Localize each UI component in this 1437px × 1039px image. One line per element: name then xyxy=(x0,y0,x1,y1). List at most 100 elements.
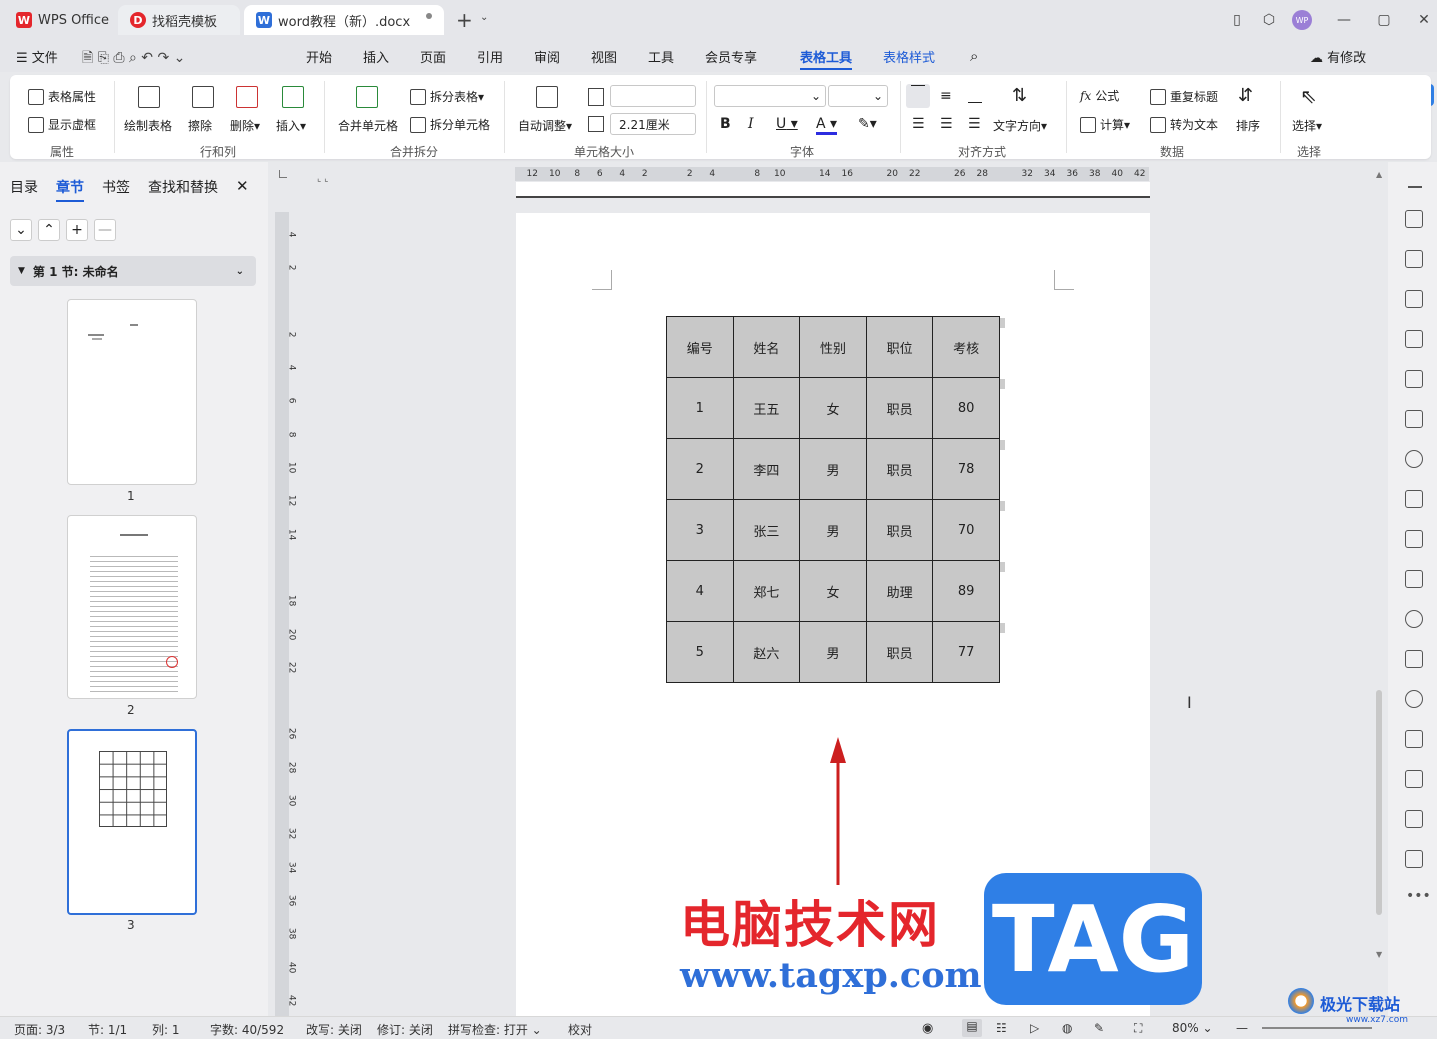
page-view-icon[interactable]: ▤ xyxy=(962,1019,982,1037)
text-direction-button[interactable]: 文字方向 ▾ xyxy=(993,117,1047,134)
status-spellcheck[interactable]: 拼写检查: 打开 ⌄ xyxy=(448,1021,542,1038)
table-cell[interactable]: 李四 xyxy=(732,438,801,500)
magic-icon[interactable] xyxy=(1405,330,1423,348)
has-changes-button[interactable]: ☁ 有修改 xyxy=(1310,47,1366,66)
help-icon[interactable] xyxy=(1405,450,1423,468)
table-row[interactable]: 4 郑七女助理 89 xyxy=(666,560,1000,622)
underline-button[interactable]: U ▾ xyxy=(776,116,798,132)
history-icon[interactable] xyxy=(1405,690,1423,708)
maximize-icon[interactable]: ▢ xyxy=(1374,10,1394,30)
section-header[interactable]: ▼ 第 1 节: 未命名 ⌄ xyxy=(10,256,256,286)
align-left-icon[interactable]: ☰ xyxy=(912,116,925,132)
close-icon[interactable]: ✕ xyxy=(1414,10,1434,30)
row-handle[interactable] xyxy=(1000,379,1005,389)
menu-review[interactable]: 审阅 xyxy=(534,47,560,66)
vertical-ruler[interactable]: 4 2 2 4 6 8 10 12 14 18 20 22 26 28 30 32 34 36 38 40 42 xyxy=(275,212,297,1016)
cursor-icon[interactable] xyxy=(1405,250,1423,268)
list-icon[interactable] xyxy=(1405,570,1423,588)
bold-button[interactable]: B xyxy=(720,116,731,132)
table-header-cell[interactable]: 职位 xyxy=(865,316,934,378)
row-handle[interactable] xyxy=(1000,318,1005,328)
collapse-icon[interactable] xyxy=(1408,186,1422,188)
tab-sections[interactable]: 章节 xyxy=(56,177,84,202)
table-cell[interactable]: 女 xyxy=(799,560,867,622)
add-section-icon[interactable]: + xyxy=(66,219,88,241)
book-icon[interactable] xyxy=(1405,410,1423,428)
table-header-cell[interactable]: 性别 xyxy=(799,316,867,378)
page-thumbnail-selected[interactable] xyxy=(67,729,197,915)
close-panel-icon[interactable]: ✕ xyxy=(236,177,249,195)
tab-stop-icon[interactable]: ⌞ ⌞ xyxy=(317,174,328,184)
tab-docer[interactable]: D 找稻壳模板 xyxy=(118,5,240,35)
status-rewrite[interactable]: 改写: 关闭 xyxy=(306,1021,362,1038)
status-wordcount[interactable]: 字数: 40/592 xyxy=(210,1021,284,1038)
split-table-button[interactable]: 拆分表格 ▾ xyxy=(410,88,484,105)
row-handle[interactable] xyxy=(1000,440,1005,450)
chevron-down-icon[interactable]: ⌄ xyxy=(480,12,488,23)
sidebar-toggle-icon[interactable]: ▯ xyxy=(1227,10,1247,30)
menu-reference[interactable]: 引用 xyxy=(477,47,503,66)
tab-wps-office[interactable]: W WPS Office xyxy=(4,5,114,35)
delete-button[interactable]: 删除 ▾ xyxy=(230,117,260,134)
col-width-input[interactable]: 2.21厘米 xyxy=(610,113,696,135)
status-section[interactable]: 节: 1/1 xyxy=(88,1021,127,1038)
avatar[interactable]: WP xyxy=(1292,10,1312,30)
table-cell[interactable]: 职员 xyxy=(865,377,934,439)
collapse-up-icon[interactable]: ⌃ xyxy=(38,219,60,241)
to-text-button[interactable]: 转为文本 xyxy=(1150,116,1218,133)
table-header-cell[interactable]: 编号 xyxy=(666,316,734,378)
table-row[interactable]: 3 张三男职员 70 xyxy=(666,499,1000,561)
code-icon[interactable] xyxy=(1405,530,1423,548)
table-cell[interactable]: 1 xyxy=(666,377,734,439)
align-center-icon[interactable]: ☰ xyxy=(940,116,953,132)
repeat-header-button[interactable]: 重复标题 xyxy=(1150,88,1218,105)
table-cell[interactable]: 男 xyxy=(799,621,867,683)
table-header-cell[interactable]: 考核 xyxy=(932,316,1000,378)
table-cell[interactable]: 男 xyxy=(799,438,867,500)
align-right-icon[interactable]: ☰ xyxy=(968,116,981,132)
sort-button[interactable]: 排序 xyxy=(1236,117,1260,134)
quick-access-icons[interactable]: 🗎 ⎘ ⎙ ⌕ ↶ ↷ ⌄ xyxy=(82,47,185,71)
table-header-cell[interactable]: 姓名 xyxy=(732,316,801,378)
auto-fit-button[interactable]: 自动调整 ▾ xyxy=(518,117,572,134)
highlight-icon[interactable]: ✎▾ xyxy=(858,116,877,132)
status-revision[interactable]: 修订: 关闭 xyxy=(377,1021,433,1038)
draw-table-button[interactable]: 绘制表格 xyxy=(124,117,172,134)
data-table[interactable]: 编号 姓名 性别 职位 考核 1 王五女 职员 80 2 李四男职员 78 3 张三男职员 70 4 郑七女助理… xyxy=(666,316,1000,683)
image-x-icon[interactable] xyxy=(1405,770,1423,788)
split-cells-button[interactable]: 拆分单元格 xyxy=(410,116,490,133)
scroll-down-icon[interactable]: ▼ xyxy=(1376,950,1382,959)
menu-table-tools[interactable]: 表格工具 xyxy=(800,47,853,70)
cube-icon[interactable]: ⬡ xyxy=(1259,10,1279,30)
merge-cells-button[interactable]: 合并单元格 xyxy=(338,117,398,134)
menu-tools[interactable]: 工具 xyxy=(648,47,674,66)
outline-view-icon[interactable]: ☷ xyxy=(996,1021,1007,1035)
menu-start[interactable]: 开始 xyxy=(306,47,332,66)
show-gridlines-button[interactable]: 显示虚框 xyxy=(28,116,96,133)
table-row[interactable]: 2 李四男职员 78 xyxy=(666,438,1000,500)
align-middle-icon[interactable]: ≡ xyxy=(940,88,952,104)
tab-bookmarks[interactable]: 书签 xyxy=(102,177,130,197)
status-page[interactable]: 页面: 3/3 xyxy=(14,1021,65,1038)
italic-button[interactable]: I xyxy=(748,116,754,132)
table-cell[interactable]: 王五 xyxy=(732,377,801,439)
fit-page-icon[interactable]: ⛶ xyxy=(1134,1021,1142,1036)
table-cell[interactable]: 5 xyxy=(666,621,734,683)
tools-icon[interactable] xyxy=(1405,370,1423,388)
new-tab-button[interactable]: + xyxy=(456,8,473,32)
menu-table-style[interactable]: 表格样式 xyxy=(883,47,935,66)
table-cell[interactable]: 2 xyxy=(666,438,734,500)
zoom-slider[interactable] xyxy=(1262,1027,1372,1029)
search-icon[interactable]: ⌕ xyxy=(970,47,978,65)
status-proofread[interactable]: 校对 xyxy=(568,1021,592,1038)
formula-button[interactable]: fx 公式 xyxy=(1080,87,1119,104)
horizontal-ruler[interactable]: 12 10 8 6 4 2 2 4 8 10 14 16 20 22 26 28 32 34 36 38 40 42 xyxy=(515,167,1149,181)
table-cell[interactable]: 3 xyxy=(666,499,734,561)
table-cell[interactable]: 70 xyxy=(932,499,1000,561)
remove-section-icon[interactable]: — xyxy=(94,219,116,241)
page-thumbnail[interactable] xyxy=(67,515,197,699)
table-cell[interactable]: 助理 xyxy=(865,560,934,622)
more-icon[interactable]: ••• xyxy=(1406,888,1431,904)
table-cell[interactable]: 80 xyxy=(932,377,1000,439)
menu-view[interactable]: 视图 xyxy=(591,47,617,66)
